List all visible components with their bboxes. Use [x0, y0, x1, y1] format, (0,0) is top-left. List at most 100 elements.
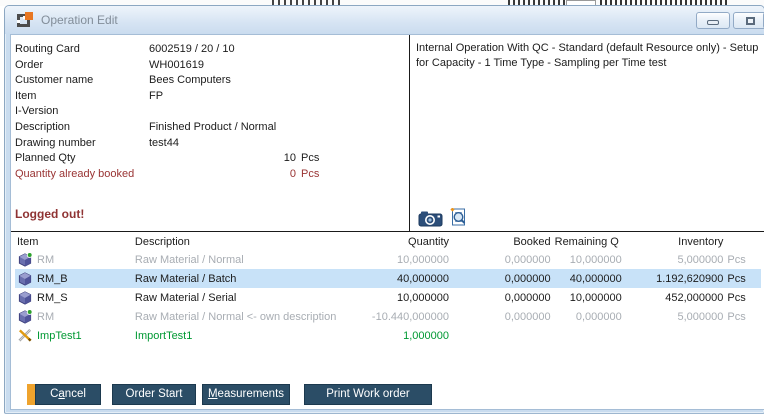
remaining-value [553, 326, 624, 345]
cube-icon [17, 271, 33, 286]
field-value: Finished Product / Normal [149, 121, 276, 133]
order-start-button[interactable]: Order Start [112, 384, 196, 405]
item-code: RM_S [37, 292, 68, 304]
titlebar[interactable]: Operation Edit [5, 6, 764, 34]
column-header-description[interactable]: Description [133, 234, 355, 250]
item-code: RM [37, 311, 54, 323]
form-row: DescriptionFinished Product / Normal [15, 120, 319, 136]
remaining-value: 10,000000 [553, 288, 624, 307]
booked-value: 0,000000 [451, 269, 553, 288]
form-row: ItemFP [15, 89, 319, 105]
unit-label [725, 326, 761, 345]
field-label: Customer name [15, 73, 149, 89]
vertical-divider [409, 35, 410, 231]
form-row: OrderWH001619 [15, 58, 319, 74]
remaining-value: 40,000000 [553, 269, 624, 288]
form-row: Routing Card6002519 / 20 / 10 [15, 42, 319, 58]
field-label: Quantity already booked [15, 167, 149, 183]
cube-icon [17, 290, 33, 305]
table-row-selected[interactable]: RM_B Raw Material / Batch 40,000000 0,00… [15, 269, 761, 288]
form-row: Quantity already booked0 Pcs [15, 167, 319, 183]
column-header-booked[interactable]: Booked [451, 234, 553, 250]
table-row[interactable]: RM Raw Material / Normal 10,000000 0,000… [15, 250, 761, 269]
item-description: ImportTest1 [133, 326, 355, 345]
item-description: Raw Material / Batch [133, 269, 355, 288]
maximize-button[interactable] [733, 12, 764, 29]
print-work-order-button[interactable]: Print Work order [304, 384, 432, 405]
field-value: 0 [149, 167, 296, 183]
operation-description: Internal Operation With QC - Standard (d… [416, 41, 764, 71]
quantity-value: -10.440,000000 [354, 307, 451, 326]
unit-label: Pcs [725, 269, 761, 288]
quantity-value: 1,000000 [354, 326, 451, 345]
maximize-icon [746, 17, 755, 25]
components-table: Item Description Quantity Booked Remaini… [15, 234, 761, 345]
document-preview-icon[interactable] [450, 208, 468, 230]
field-label: Description [15, 120, 149, 136]
field-label: Order [15, 58, 149, 74]
field-label: Drawing number [15, 136, 149, 152]
minimize-button[interactable] [696, 12, 730, 29]
column-header-quantity[interactable]: Quantity [354, 234, 451, 250]
table-row[interactable]: RM_S Raw Material / Serial 10,000000 0,0… [15, 288, 761, 307]
column-header-unit [725, 234, 761, 250]
quantity-value: 10,000000 [354, 250, 451, 269]
unit-label: Pcs [725, 250, 761, 269]
focus-indicator-bar [27, 384, 35, 405]
table-header-row: Item Description Quantity Booked Remaini… [15, 234, 761, 250]
form-row: Drawing numbertest44 [15, 136, 319, 152]
field-value: WH001619 [149, 59, 204, 71]
screen: Operation Edit Routing Card6002519 / 20 … [0, 0, 764, 418]
app-icon [17, 12, 33, 28]
quantity-value: 40,000000 [354, 269, 451, 288]
inventory-value [624, 326, 726, 345]
field-label: Item [15, 89, 149, 105]
field-value: test44 [149, 137, 179, 149]
unit-label: Pcs [725, 288, 761, 307]
form-row: Customer nameBees Computers [15, 73, 319, 89]
form-row: Planned Qty10 Pcs [15, 151, 319, 167]
field-label: Planned Qty [15, 151, 149, 167]
attachment-toolbar [418, 211, 468, 230]
operation-form: Routing Card6002519 / 20 / 10 OrderWH001… [15, 42, 319, 182]
column-header-inventory[interactable]: Inventory [624, 234, 726, 250]
column-header-item[interactable]: Item [15, 234, 133, 250]
item-code: ImpTest1 [37, 330, 82, 342]
logged-out-status: Logged out! [15, 207, 84, 221]
remaining-value: 0,000000 [553, 307, 624, 326]
booked-value: 0,000000 [451, 250, 553, 269]
item-description: Raw Material / Serial [133, 288, 355, 307]
table-row[interactable]: RM Raw Material / Normal <- own descript… [15, 307, 761, 326]
minimize-icon [707, 20, 719, 25]
item-code: RM [37, 254, 54, 266]
field-label: Routing Card [15, 42, 149, 58]
booked-value [451, 326, 553, 345]
field-value: 6002519 / 20 / 10 [149, 43, 235, 55]
inventory-value: 5,000000 [624, 250, 726, 269]
field-value: 10 [149, 151, 296, 167]
field-value: FP [149, 90, 163, 102]
camera-icon[interactable] [418, 210, 443, 230]
inventory-value: 5,000000 [624, 307, 726, 326]
quantity-value: 10,000000 [354, 288, 451, 307]
item-description: Raw Material / Normal <- own description [133, 307, 355, 326]
table-row[interactable]: ImpTest1 ImportTest1 1,000000 [15, 326, 761, 345]
measurements-button[interactable]: Measurements [202, 384, 290, 405]
dialog-content: Routing Card6002519 / 20 / 10 OrderWH001… [10, 34, 764, 410]
unit-label: Pcs [301, 152, 319, 164]
unit-label: Pcs [725, 307, 761, 326]
cancel-button[interactable]: Cancel [35, 384, 101, 405]
unit-label: Pcs [301, 168, 319, 180]
remaining-value: 10,000000 [553, 250, 624, 269]
booked-value: 0,000000 [451, 307, 553, 326]
tools-icon [17, 328, 33, 343]
operation-edit-dialog: Operation Edit Routing Card6002519 / 20 … [4, 5, 764, 414]
item-description: Raw Material / Normal [133, 250, 355, 269]
horizontal-divider [11, 231, 764, 232]
column-header-remaining[interactable]: Remaining Q [553, 234, 624, 250]
inventory-value: 1.192,620900 [624, 269, 726, 288]
booked-value: 0,000000 [451, 288, 553, 307]
field-value: Bees Computers [149, 74, 231, 86]
form-row: I-Version [15, 104, 319, 120]
item-code: RM_B [37, 273, 68, 285]
